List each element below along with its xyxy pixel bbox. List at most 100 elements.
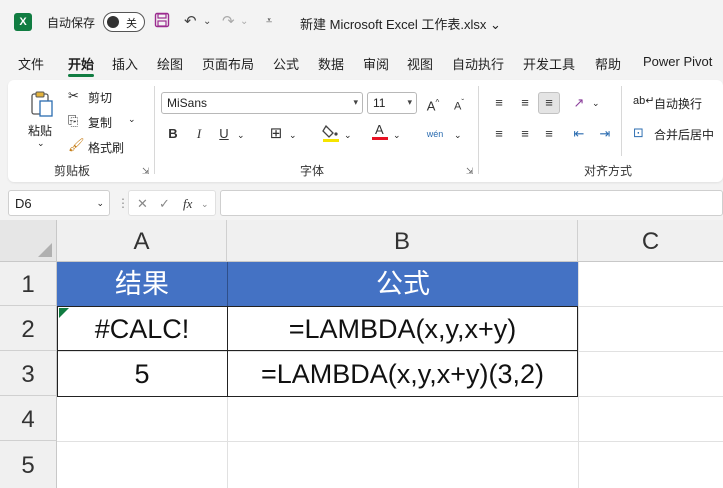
tab-home[interactable]: 开始 [68,54,94,73]
underline-dropdown-icon[interactable]: ⌄ [237,130,245,141]
font-group-label: 字体 [300,164,325,178]
cell-a1[interactable]: 结果 [57,262,227,306]
column-header-a[interactable]: A [57,220,227,262]
undo-dropdown-icon[interactable]: ⌄ [203,16,211,27]
tab-review[interactable]: 审阅 [363,54,389,73]
merge-center-button[interactable]: 合并后居中 [654,126,714,143]
cut-icon[interactable]: ✂ [68,88,79,104]
chevron-down-icon[interactable]: ⌄ [201,199,209,210]
clipboard-launcher-icon[interactable]: ⇲ [142,166,150,177]
autosave-toggle[interactable]: 关 [103,12,145,32]
font-color-dropdown-icon[interactable]: ⌄ [393,130,401,141]
tab-insert[interactable]: 插入 [112,54,138,73]
align-top-icon[interactable]: ≡ [488,92,510,114]
format-painter-icon[interactable]: 🖌 [68,137,85,153]
redo-dropdown-icon[interactable]: ⌄ [240,16,248,27]
align-bottom-icon[interactable]: ≡ [538,92,560,114]
increase-font-size-icon[interactable]: A^ [422,92,444,114]
group-separator [621,86,622,156]
autosave-state: 关 [126,18,137,30]
formula-bar: D6 ⌄ ⋮ ✕ ✓ fx ⌄ [0,188,723,220]
row-header-4[interactable]: 4 [0,396,57,441]
fill-color-dropdown-icon[interactable]: ⌄ [344,130,352,141]
cell-b3[interactable]: =LAMBDA(x,y,x+y)(3,2) [227,351,578,396]
toggle-knob [107,16,119,28]
cell-a2[interactable]: #CALC! [57,306,227,351]
row-header-3[interactable]: 3 [0,351,57,396]
tab-view[interactable]: 视图 [407,54,433,73]
borders-dropdown-icon[interactable]: ⌄ [289,130,297,141]
name-box[interactable]: D6 ⌄ [8,190,110,216]
customize-toolbar-icon[interactable]: ⩡ [266,15,272,28]
cut-button[interactable]: 剪切 [88,89,112,106]
paste-icon[interactable] [30,90,54,118]
decrease-indent-icon[interactable]: ⇤ [568,123,590,145]
tab-automate[interactable]: 自动执行 [452,54,504,73]
increase-indent-icon[interactable]: ⇥ [594,123,616,145]
phonetic-guide-icon[interactable]: wén [424,123,446,145]
group-separator [478,86,479,174]
merge-center-icon[interactable]: ⊡ [633,125,644,141]
row-header-5[interactable]: 5 [0,441,57,488]
align-right-icon[interactable]: ≡ [538,123,560,145]
tab-draw[interactable]: 绘图 [157,54,183,73]
tab-help[interactable]: 帮助 [595,54,621,73]
align-middle-icon[interactable]: ≡ [514,92,536,114]
select-all-button[interactable] [0,220,57,262]
tab-power-pivot[interactable]: Power Pivot [643,54,712,69]
fill-color-icon[interactable] [320,123,342,145]
tab-formulas[interactable]: 公式 [273,54,299,73]
cell-b1[interactable]: 公式 [227,262,578,306]
copy-button[interactable]: 复制 [88,114,112,131]
insert-function-icon[interactable]: fx [183,196,192,212]
format-painter-button[interactable]: 格式刷 [88,139,124,156]
tab-page-layout[interactable]: 页面布局 [202,54,254,73]
paste-dropdown-icon[interactable]: ⌄ [37,138,45,149]
undo-icon[interactable]: ↶ [184,12,197,30]
cell-a3[interactable]: 5 [57,351,227,396]
font-color-icon[interactable]: A [369,121,391,143]
paste-button[interactable]: 粘贴 [28,122,52,139]
copy-icon[interactable]: ⎘ [68,113,78,129]
copy-dropdown-icon[interactable]: ⌄ [128,114,136,125]
column-header-c[interactable]: C [578,220,723,262]
orientation-icon[interactable]: ↗ [568,92,590,114]
group-separator [154,86,155,174]
phonetic-dropdown-icon[interactable]: ⌄ [454,130,462,141]
chevron-down-icon: ▾ [407,97,412,107]
orientation-dropdown-icon[interactable]: ⌄ [592,98,600,109]
document-title[interactable]: 新建 Microsoft Excel 工作表.xlsx ⌄ [300,14,501,33]
font-launcher-icon[interactable]: ⇲ [466,166,474,177]
tab-developer[interactable]: 开发工具 [523,54,575,73]
autosave-label: 自动保存 [47,16,96,30]
worksheet-grid: A B C 1 2 3 4 5 结果 公式 #CALC! =LAMBDA(x,y… [0,220,723,488]
font-name-combo[interactable]: MiSans ▾ [161,92,363,114]
save-icon[interactable] [154,12,170,32]
cancel-icon[interactable]: ✕ [137,196,148,212]
decrease-font-size-icon[interactable]: Aˇ [448,92,470,114]
align-center-icon[interactable]: ≡ [514,123,536,145]
row-header-1[interactable]: 1 [0,262,57,306]
italic-button[interactable]: I [188,123,210,145]
svg-text:A: A [375,122,384,137]
bold-button[interactable]: B [162,123,184,145]
clipboard-group-label: 剪贴板 [54,164,91,178]
column-header-b[interactable]: B [227,220,578,262]
alignment-group-label: 对齐方式 [584,164,633,178]
tab-data[interactable]: 数据 [318,54,344,73]
cell-b2[interactable]: =LAMBDA(x,y,x+y) [227,306,578,351]
title-bar: X 自动保存 关 ↶ ⌄ ↷ ⌄ ⩡ 新建 Microsoft Excel 工作… [0,0,723,44]
enter-icon[interactable]: ✓ [159,196,170,212]
formula-input[interactable] [220,190,723,216]
tab-file[interactable]: 文件 [18,54,44,73]
error-indicator-icon[interactable] [59,308,69,318]
borders-icon[interactable]: ⊞ [265,123,287,145]
wrap-text-button[interactable]: 自动换行 [654,95,702,112]
font-size-combo[interactable]: 11 ▾ [367,92,417,114]
align-left-icon[interactable]: ≡ [488,123,510,145]
wrap-text-icon[interactable]: ab↵ [633,94,654,107]
chevron-down-icon: ▾ [353,97,358,107]
row-header-2[interactable]: 2 [0,306,57,351]
redo-icon[interactable]: ↷ [222,12,235,30]
underline-button[interactable]: U [213,123,235,145]
